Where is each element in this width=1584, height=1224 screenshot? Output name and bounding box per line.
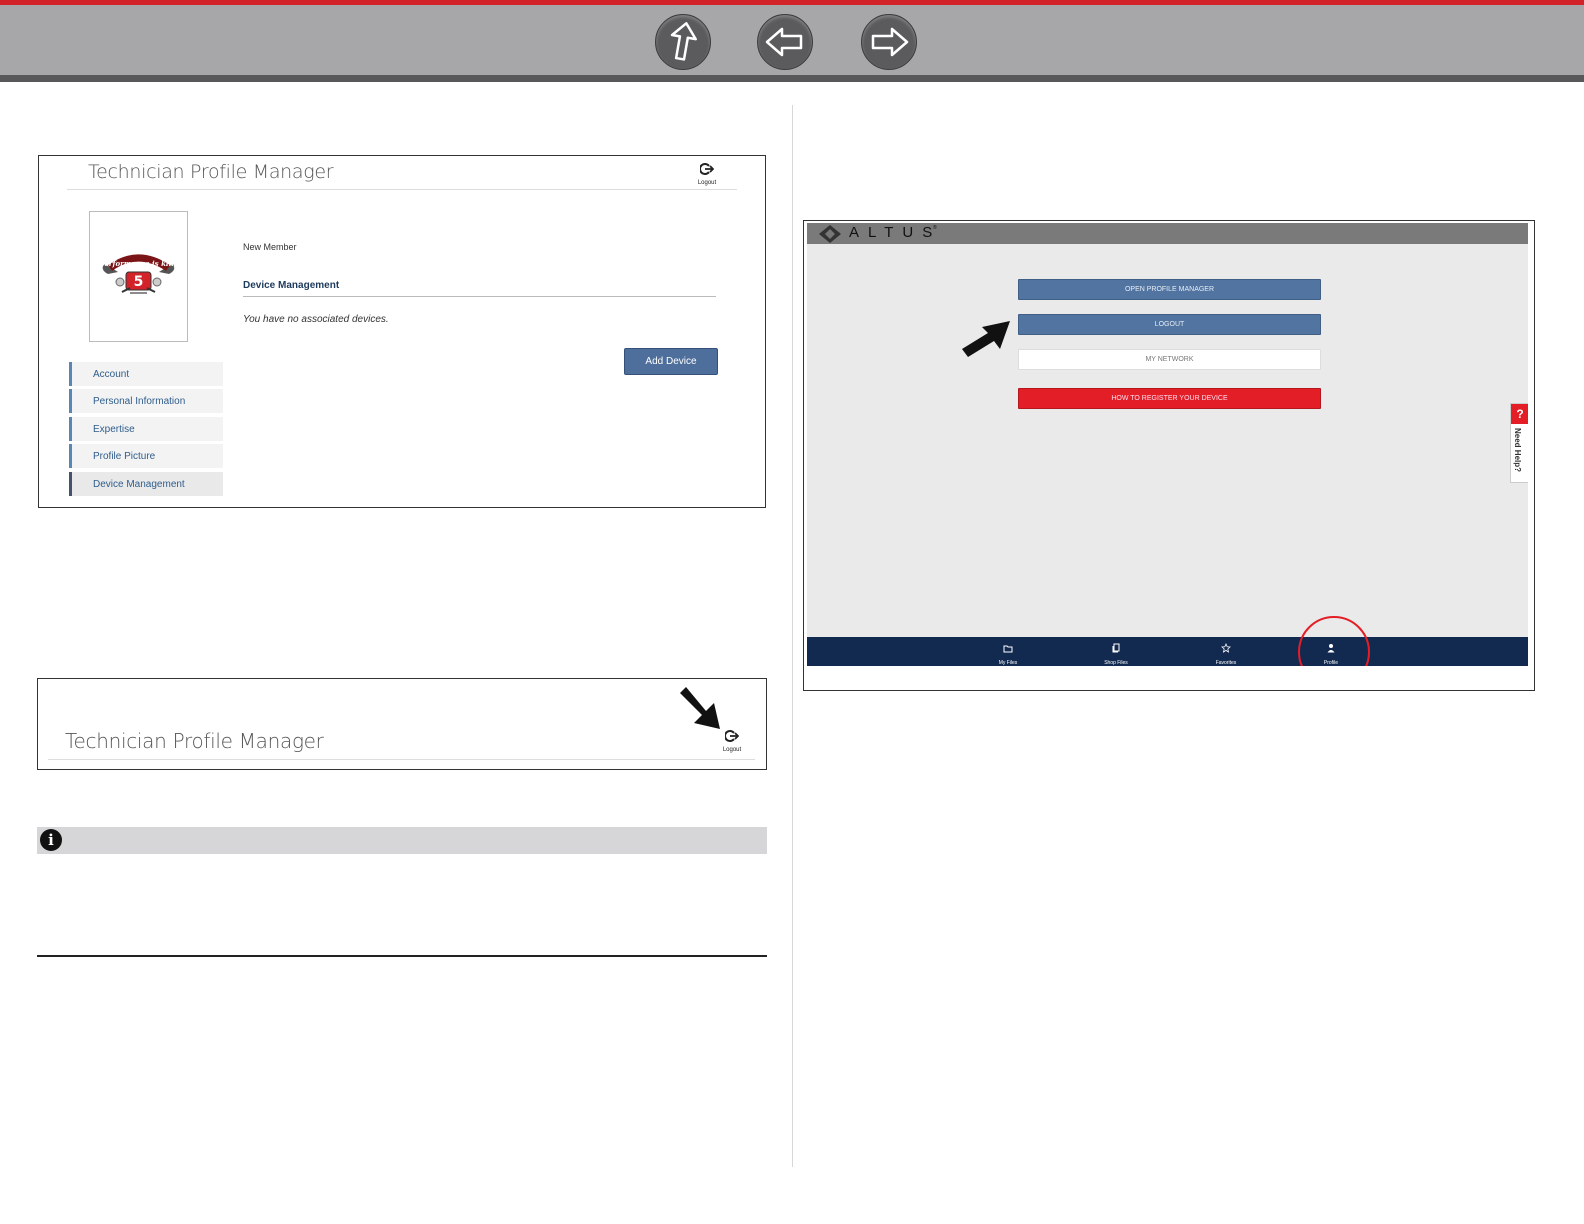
back-arrow-button[interactable] xyxy=(757,14,813,70)
up-arrow-button[interactable] xyxy=(655,14,711,70)
top-navigation-bar xyxy=(0,0,1584,82)
logout-screenshot: Technician Profile Manager Logout xyxy=(37,678,767,770)
title-divider xyxy=(67,189,737,190)
tab-shop-files[interactable]: Shop Files xyxy=(1086,640,1146,666)
tab-my-files[interactable]: My Files xyxy=(978,640,1038,666)
sidebar-item-expertise[interactable]: Expertise xyxy=(69,417,223,441)
logout-icon xyxy=(699,163,715,175)
logout-button[interactable]: LOGOUT xyxy=(1018,314,1321,335)
info-icon: i xyxy=(40,829,62,851)
altus-logo-icon xyxy=(819,225,841,243)
callout-arrow-icon xyxy=(680,687,720,729)
profile-highlight-circle xyxy=(1298,616,1370,666)
add-device-button[interactable]: Add Device xyxy=(624,348,718,375)
logout-label: Logout xyxy=(697,180,717,186)
column-divider xyxy=(792,105,793,1167)
sidebar-item-account[interactable]: Account xyxy=(69,362,223,386)
altus-bottom-tab-bar: My Files Shop Files Favorites Profile xyxy=(807,637,1528,666)
logout-label: Logout xyxy=(722,747,742,753)
files-icon xyxy=(1112,643,1120,653)
open-profile-manager-button[interactable]: OPEN PROFILE MANAGER xyxy=(1018,279,1321,300)
altus-brand-mark: ® xyxy=(933,225,937,231)
sidebar-item-profile-picture[interactable]: Profile Picture xyxy=(69,444,223,468)
up-arrow-icon xyxy=(670,22,697,61)
register-device-button[interactable]: HOW TO REGISTER YOUR DEVICE xyxy=(1018,388,1321,409)
tab-label: My Files xyxy=(998,660,1018,666)
folder-icon xyxy=(1003,645,1013,653)
profile-picture: performance is king 5 xyxy=(89,211,188,342)
tab-label: Shop Files xyxy=(1104,660,1128,666)
altus-brand: ALTUS xyxy=(849,224,942,241)
forward-arrow-button[interactable] xyxy=(861,14,917,70)
title-divider xyxy=(48,759,755,760)
my-network-button[interactable]: MY NETWORK xyxy=(1018,349,1321,370)
section-divider xyxy=(243,296,716,297)
altus-header: ALTUS ® xyxy=(807,223,1528,244)
forward-arrow-icon xyxy=(871,27,909,57)
svg-text:performance is king: performance is king xyxy=(99,259,178,268)
svg-text:5: 5 xyxy=(134,274,144,290)
sidebar-item-device-management[interactable]: Device Management xyxy=(69,472,223,496)
altus-profile-screenshot: ALTUS ® OPEN PROFILE MANAGER LOGOUT MY N… xyxy=(803,220,1535,691)
performance-is-king-logo: performance is king 5 xyxy=(99,254,179,294)
logout-icon xyxy=(724,730,740,742)
tab-label: Favorites xyxy=(1215,660,1237,666)
need-help-label: Need Help? xyxy=(1513,428,1522,473)
page-title: Technician Profile Manager xyxy=(65,729,324,753)
star-icon xyxy=(1221,642,1231,653)
info-note-bar: i xyxy=(37,827,767,854)
top-bar-bottom-stripe xyxy=(0,75,1584,82)
back-arrow-icon xyxy=(765,27,803,57)
profile-manager-screenshot: Technician Profile Manager Logout perfor… xyxy=(38,155,766,508)
callout-arrow-icon xyxy=(962,321,1010,357)
logout-button[interactable]: Logout xyxy=(718,729,746,753)
section-heading: Device Management xyxy=(243,280,340,291)
sidebar-item-personal-information[interactable]: Personal Information xyxy=(69,389,223,413)
page-title: Technician Profile Manager xyxy=(88,161,334,183)
no-devices-message: You have no associated devices. xyxy=(243,314,389,325)
altus-screen: ALTUS ® OPEN PROFILE MANAGER LOGOUT MY N… xyxy=(807,223,1528,666)
member-status: New Member xyxy=(243,242,297,252)
need-help-tab[interactable]: ? Need Help? xyxy=(1510,403,1528,483)
note-bottom-rule xyxy=(37,955,767,957)
logout-button[interactable]: Logout xyxy=(693,162,721,186)
help-question-icon: ? xyxy=(1511,404,1528,424)
top-red-stripe xyxy=(0,0,1584,5)
tab-favorites[interactable]: Favorites xyxy=(1196,640,1256,666)
